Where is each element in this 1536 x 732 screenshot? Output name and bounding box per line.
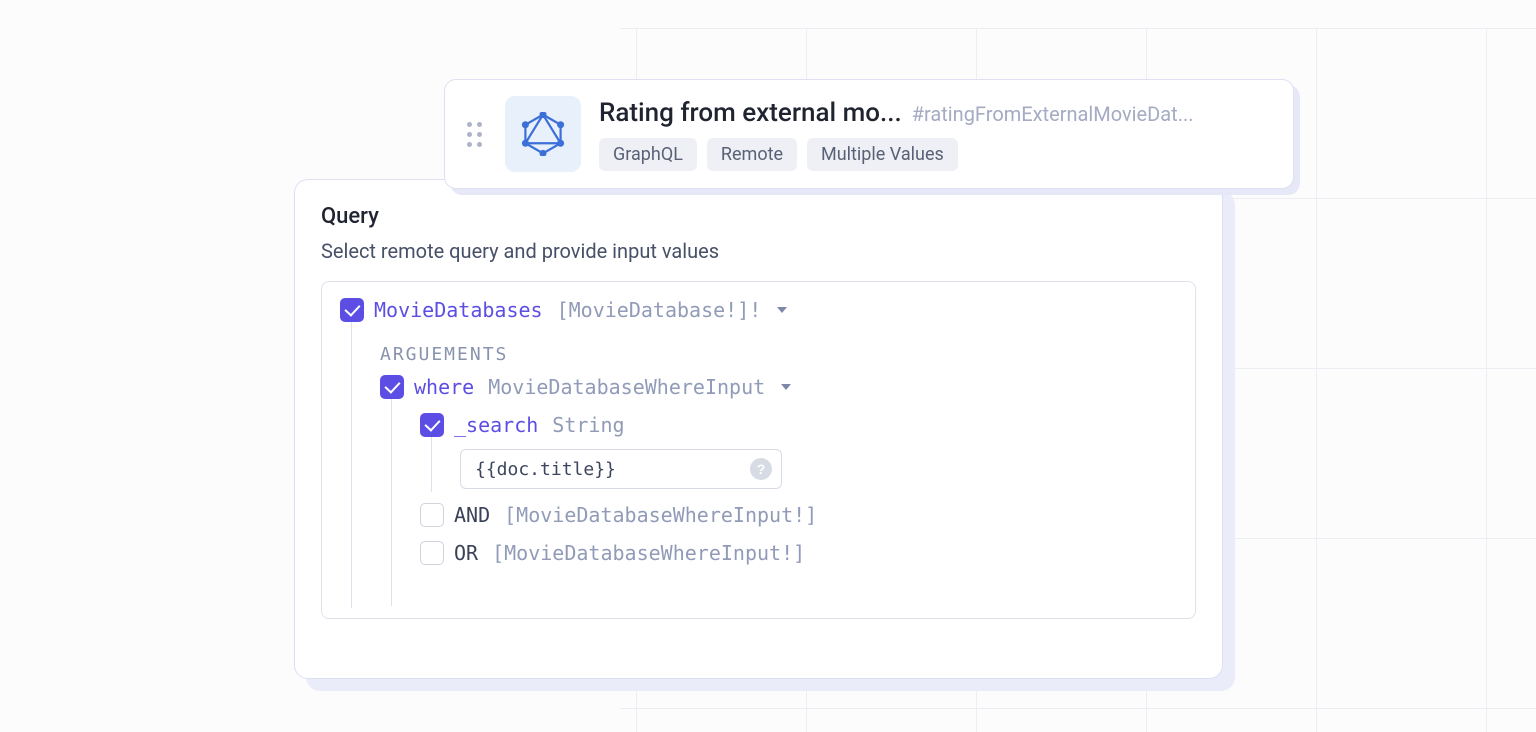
field-row-where[interactable]: where MovieDatabaseWhereInput — [380, 375, 1177, 399]
section-title: Query — [321, 204, 1196, 229]
drag-handle-icon[interactable] — [467, 122, 487, 147]
help-icon[interactable]: ? — [750, 458, 772, 480]
query-selector: MovieDatabases [MovieDatabase!]! ARGUEME… — [321, 281, 1196, 619]
field-name: MovieDatabases — [374, 298, 543, 322]
field-name: OR — [454, 541, 478, 565]
field-name: where — [414, 375, 474, 399]
field-type: String — [552, 413, 624, 437]
card-alias: #ratingFromExternalMovieDat... — [912, 102, 1194, 126]
checkbox-icon[interactable] — [340, 298, 364, 322]
tag: Multiple Values — [807, 138, 958, 171]
field-row-search[interactable]: _search String — [420, 413, 1177, 437]
field-row-or[interactable]: OR [MovieDatabaseWhereInput!] — [420, 541, 1177, 565]
section-subtitle: Select remote query and provide input va… — [321, 239, 1196, 263]
checkbox-icon[interactable] — [420, 503, 444, 527]
field-row-and[interactable]: AND [MovieDatabaseWhereInput!] — [420, 503, 1177, 527]
checkbox-icon[interactable] — [420, 413, 444, 437]
card-title: Rating from external mo... — [599, 98, 902, 128]
query-panel: Query Select remote query and provide in… — [294, 179, 1223, 679]
arguments-label: ARGUEMENTS — [380, 344, 1177, 365]
field-type: [MovieDatabaseWhereInput!] — [504, 503, 817, 527]
chevron-down-icon[interactable] — [781, 384, 791, 390]
checkbox-icon[interactable] — [380, 375, 404, 399]
field-type: [MovieDatabaseWhereInput!] — [492, 541, 805, 565]
tag-row: GraphQL Remote Multiple Values — [599, 138, 1271, 171]
field-type: MovieDatabaseWhereInput — [488, 375, 765, 399]
field-name: AND — [454, 503, 490, 527]
graphql-icon — [505, 96, 581, 172]
search-value-input[interactable] — [460, 449, 782, 489]
chevron-down-icon[interactable] — [777, 307, 787, 313]
field-card[interactable]: Rating from external mo... #ratingFromEx… — [444, 79, 1294, 189]
checkbox-icon[interactable] — [420, 541, 444, 565]
field-type: [MovieDatabase!]! — [557, 298, 762, 322]
field-name: _search — [454, 413, 538, 437]
tag: Remote — [707, 138, 797, 171]
tag: GraphQL — [599, 138, 697, 171]
field-row-moviedatabases[interactable]: MovieDatabases [MovieDatabase!]! — [340, 298, 1177, 322]
